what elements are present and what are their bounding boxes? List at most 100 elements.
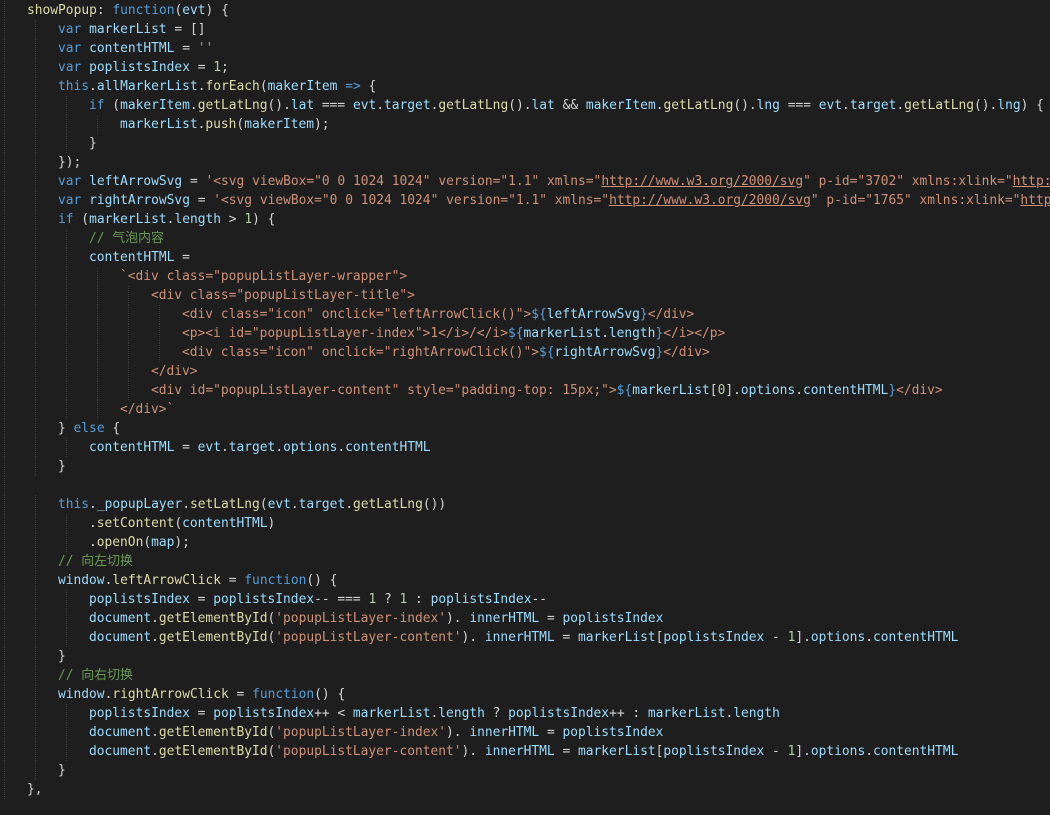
- code-line[interactable]: var rightArrowSvg = '<svg viewBox="0 0 1…: [0, 191, 1050, 210]
- code-line[interactable]: } else {: [0, 419, 1050, 438]
- code-token: getElementById: [158, 744, 268, 759]
- code-editor[interactable]: showPopup: function(evt) {var markerList…: [0, 0, 1050, 815]
- indent-guide: [66, 134, 67, 153]
- code-token: () {: [306, 573, 338, 588]
- indent-guide: [35, 590, 36, 609]
- code-token: ).: [446, 611, 470, 626]
- code-token: makerItem: [120, 98, 190, 113]
- code-token: =: [189, 193, 214, 208]
- code-line[interactable]: window.leftArrowClick = function() {: [0, 571, 1050, 590]
- code-line[interactable]: contentHTML = evt.target.options.content…: [0, 438, 1050, 457]
- indent-guide: [4, 685, 5, 704]
- code-line[interactable]: </div>`: [0, 400, 1050, 419]
- code-token: '': [197, 41, 214, 56]
- code-token: =: [221, 573, 245, 588]
- code-token: poplistsIndex: [213, 706, 315, 721]
- code-token: &&: [554, 98, 586, 113]
- code-line[interactable]: if (makerItem.getLatLng().lat === evt.ta…: [0, 96, 1050, 115]
- code-token: ;: [221, 60, 229, 75]
- code-line[interactable]: // 向左切换: [0, 552, 1050, 571]
- code-token: http:/: [1012, 174, 1050, 189]
- code-token: markerList: [523, 326, 602, 341]
- indent-guide: [4, 438, 5, 457]
- code-token: _popupLayer: [96, 497, 183, 512]
- code-line[interactable]: [0, 476, 1050, 495]
- code-token: document: [89, 630, 152, 645]
- indent-guide: [4, 666, 5, 685]
- code-line[interactable]: if (markerList.length > 1) {: [0, 210, 1050, 229]
- code-line[interactable]: }: [0, 647, 1050, 666]
- code-line[interactable]: poplistsIndex = poplistsIndex++ < marker…: [0, 704, 1050, 723]
- code-line[interactable]: var poplistsIndex = 1;: [0, 58, 1050, 77]
- code-token: }: [888, 383, 897, 398]
- code-line[interactable]: `<div class="popupListLayer-wrapper">: [0, 267, 1050, 286]
- code-line[interactable]: document.getElementById('popupListLayer-…: [0, 723, 1050, 742]
- indent-guide: [35, 742, 36, 761]
- code-token: .: [89, 79, 97, 94]
- code-line[interactable]: this._popupLayer.setLatLng(evt.target.ge…: [0, 495, 1050, 514]
- code-line[interactable]: },: [0, 780, 1050, 799]
- code-line[interactable]: markerList.push(makerItem);: [0, 115, 1050, 134]
- code-line[interactable]: poplistsIndex = poplistsIndex-- === 1 ? …: [0, 590, 1050, 609]
- code-token: <div class="icon" onclick="leftArrowClic…: [182, 307, 532, 322]
- code-line[interactable]: document.getElementById('popupListLayer-…: [0, 628, 1050, 647]
- indent-guide: [35, 514, 36, 533]
- code-content[interactable]: showPopup: function(evt) {var markerList…: [0, 1, 1050, 799]
- code-token: </div>`: [120, 402, 175, 417]
- code-token: this: [58, 497, 90, 512]
- code-line[interactable]: }: [0, 761, 1050, 780]
- code-line[interactable]: .setContent(contentHTML): [0, 514, 1050, 533]
- code-token: leftArrowClick: [112, 573, 221, 588]
- code-line[interactable]: <div class="popupListLayer-title">: [0, 286, 1050, 305]
- indent-guide: [4, 343, 5, 362]
- indent-guide: [35, 400, 36, 419]
- code-line[interactable]: }: [0, 457, 1050, 476]
- code-line[interactable]: showPopup: function(evt) {: [0, 1, 1050, 20]
- code-line[interactable]: </div>: [0, 362, 1050, 381]
- code-token: `<div class="popupListLayer-wrapper">: [120, 269, 408, 284]
- code-line[interactable]: <div class="icon" onclick="rightArrowCli…: [0, 343, 1050, 362]
- code-token: .: [795, 383, 803, 398]
- indent-guide: [4, 191, 5, 210]
- code-token: </div>: [647, 307, 695, 322]
- code-line[interactable]: document.getElementById('popupListLayer-…: [0, 609, 1050, 628]
- code-token: (: [259, 497, 268, 512]
- code-token: ().: [733, 98, 757, 113]
- code-token: innerHTML: [469, 725, 540, 740]
- indent-guide: [4, 20, 5, 39]
- code-token: function: [252, 687, 315, 702]
- code-line[interactable]: <div class="icon" onclick="leftArrowClic…: [0, 305, 1050, 324]
- code-line[interactable]: <div id="popupListLayer-content" style="…: [0, 381, 1050, 400]
- code-token: ===: [779, 98, 819, 113]
- indent-guide: [66, 115, 67, 134]
- code-token: evt: [818, 98, 843, 113]
- indent-guide: [35, 96, 36, 115]
- code-line[interactable]: <p><i id="popupListLayer-index">1</i>/</…: [0, 324, 1050, 343]
- code-line[interactable]: });: [0, 153, 1050, 172]
- code-token: showPopup: [27, 3, 97, 18]
- code-line[interactable]: window.rightArrowClick = function() {: [0, 685, 1050, 704]
- code-token: =: [554, 744, 578, 759]
- code-line[interactable]: // 向右切换: [0, 666, 1050, 685]
- code-token: poplistsIndex: [89, 706, 190, 721]
- code-line[interactable]: this.allMarkerList.forEach(makerItem => …: [0, 77, 1050, 96]
- indent-guide: [4, 267, 5, 286]
- code-token: makerItem: [244, 117, 315, 132]
- code-line[interactable]: contentHTML =: [0, 248, 1050, 267]
- code-line[interactable]: var markerList = []: [0, 20, 1050, 39]
- indent-guide: [4, 210, 5, 229]
- code-line[interactable]: var contentHTML = '': [0, 39, 1050, 58]
- code-line[interactable]: // 气泡内容: [0, 229, 1050, 248]
- code-token: setLatLng: [189, 497, 260, 512]
- code-line[interactable]: var leftArrowSvg = '<svg viewBox="0 0 10…: [0, 172, 1050, 191]
- code-line[interactable]: }: [0, 134, 1050, 153]
- code-token: =: [189, 706, 214, 721]
- code-line[interactable]: .openOn(map);: [0, 533, 1050, 552]
- indent-guide: [35, 381, 36, 400]
- code-token: 'popupListLayer-index': [275, 725, 447, 740]
- code-line[interactable]: document.getElementById('popupListLayer-…: [0, 742, 1050, 761]
- indent-guide: [4, 134, 5, 153]
- code-token: leftArrowSvg: [546, 307, 640, 322]
